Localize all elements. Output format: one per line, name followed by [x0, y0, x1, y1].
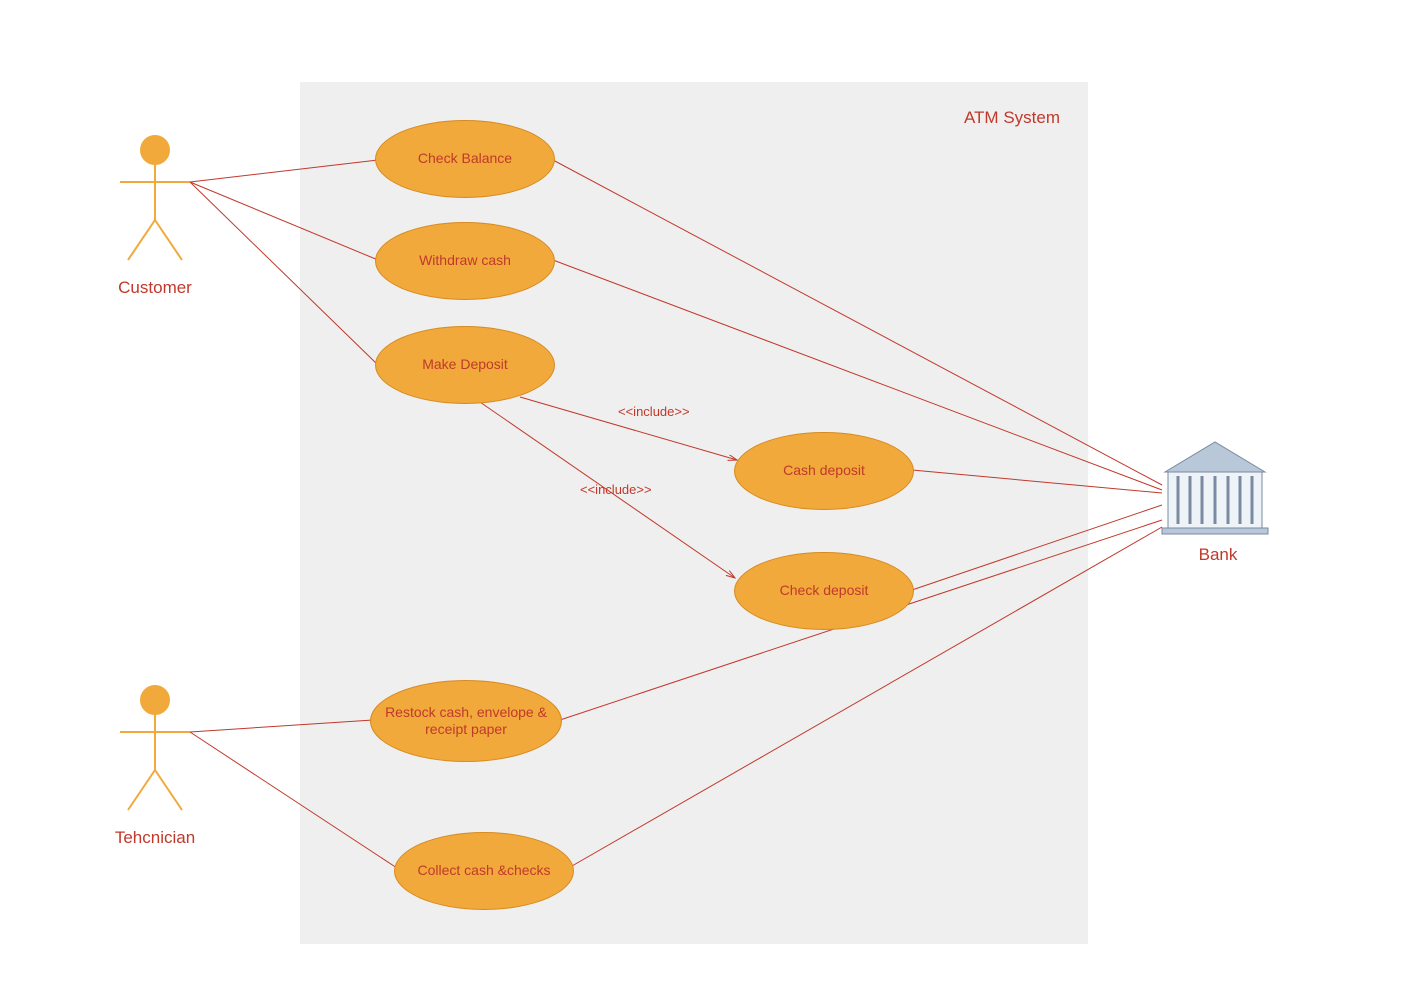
usecase-label: Check deposit — [780, 582, 869, 600]
assoc-customer-withdraw — [190, 182, 378, 260]
usecase-restock: Restock cash, envelope & receipt paper — [370, 680, 562, 762]
usecase-withdraw-cash: Withdraw cash — [375, 222, 555, 300]
usecase-make-deposit: Make Deposit — [375, 326, 555, 404]
assoc-tech-collect — [190, 732, 400, 870]
connectors-layer — [0, 0, 1408, 990]
include-label-2: <<include>> — [580, 482, 652, 497]
usecase-collect: Collect cash &checks — [394, 832, 574, 910]
usecase-label: Check Balance — [418, 150, 512, 168]
usecase-label: Restock cash, envelope & receipt paper — [381, 704, 551, 739]
assoc-tech-restock — [190, 720, 373, 732]
usecase-label: Collect cash &checks — [417, 862, 550, 880]
diagram-canvas: ATM System — [0, 0, 1408, 990]
usecase-check-balance: Check Balance — [375, 120, 555, 198]
usecase-check-deposit: Check deposit — [734, 552, 914, 630]
actor-bank-label: Bank — [1188, 545, 1248, 565]
actor-customer-label: Customer — [110, 278, 200, 298]
assoc-bank-checkdeposit — [912, 505, 1162, 590]
usecase-cash-deposit: Cash deposit — [734, 432, 914, 510]
usecase-label: Withdraw cash — [419, 252, 511, 270]
actor-technician-label: Tehcnician — [110, 828, 200, 848]
actor-bank-icon — [1162, 442, 1268, 534]
actor-customer-icon — [120, 136, 190, 260]
assoc-customer-checkbalance — [190, 160, 378, 182]
usecase-label: Make Deposit — [422, 356, 508, 374]
assoc-bank-cashdeposit — [912, 470, 1162, 493]
actor-technician-icon — [120, 686, 190, 810]
usecase-label: Cash deposit — [783, 462, 865, 480]
assoc-customer-deposit — [190, 182, 378, 365]
include-label-1: <<include>> — [618, 404, 690, 419]
